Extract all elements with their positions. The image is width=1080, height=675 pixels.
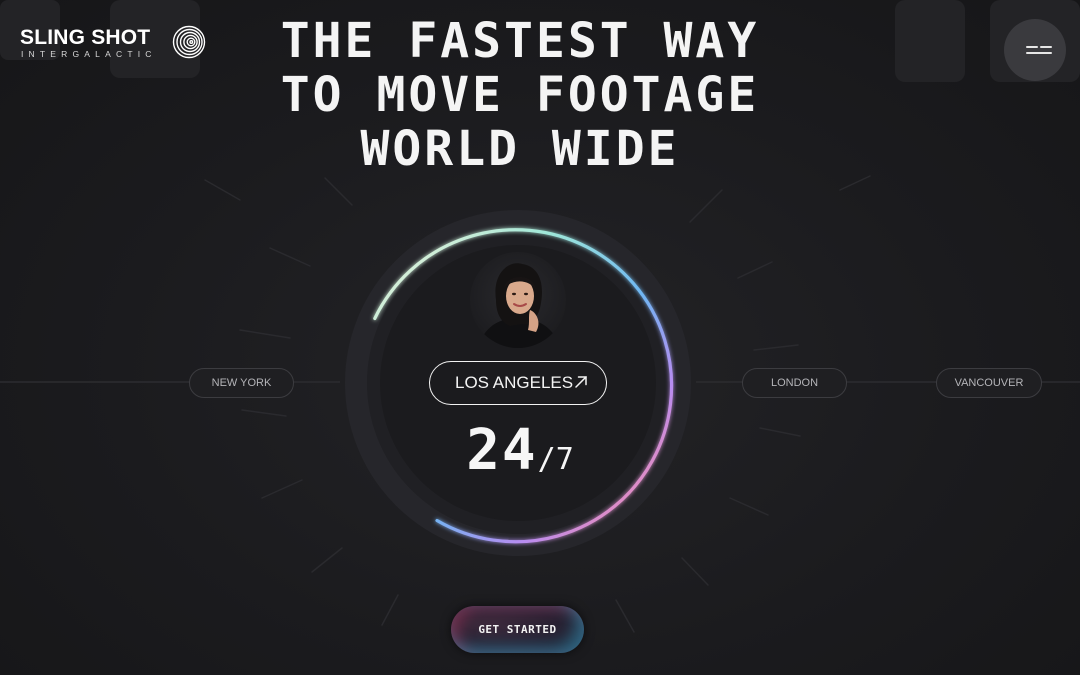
avatar bbox=[470, 252, 566, 348]
availability-hours: 24 bbox=[466, 418, 538, 483]
menu-button[interactable] bbox=[1004, 19, 1066, 81]
brand-tagline: INTERGALACTIC bbox=[21, 49, 157, 59]
city-london[interactable]: LONDON bbox=[742, 368, 847, 398]
arrow-up-right-icon bbox=[575, 376, 587, 388]
landing-page: SLING SHOT INTERGALACTIC THE FASTEST WAY… bbox=[0, 0, 1080, 675]
headline-line-1: THE FASTEST WAY bbox=[280, 13, 760, 69]
availability-days: /7 bbox=[537, 442, 574, 477]
get-started-button[interactable]: GET STARTED bbox=[451, 606, 584, 653]
hero-headline: THE FASTEST WAY TO MOVE FOOTAGE WORLD WI… bbox=[240, 14, 800, 176]
spiral-fingerprint-icon bbox=[172, 25, 206, 59]
brand-logo[interactable]: SLING SHOT INTERGALACTIC bbox=[20, 24, 210, 64]
brand-name: SLING SHOT bbox=[20, 26, 151, 49]
city-vancouver[interactable]: VANCOUVER bbox=[936, 368, 1042, 398]
city-new-york[interactable]: NEW YORK bbox=[189, 368, 294, 398]
availability-readout: 24/7 bbox=[440, 418, 600, 483]
active-city-label: LOS ANGELES bbox=[455, 373, 574, 392]
city-los-angeles-button[interactable]: LOS ANGELES bbox=[429, 361, 607, 405]
headline-line-3: WORLD WIDE bbox=[360, 121, 680, 177]
headline-line-2: TO MOVE FOOTAGE bbox=[280, 67, 760, 123]
